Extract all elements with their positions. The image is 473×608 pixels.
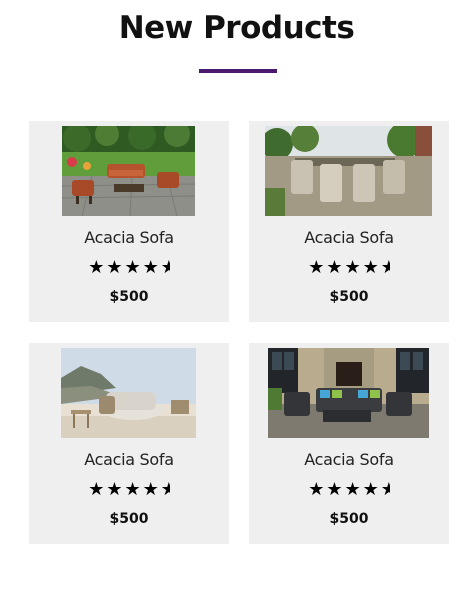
product-card[interactable]: Acacia Sofa ★ ★ ★ ★ ★ $500 <box>29 121 229 322</box>
star-icon: ★ <box>362 479 379 500</box>
product-name[interactable]: Acacia Sofa <box>249 450 449 469</box>
star-icon: ★ <box>326 479 343 500</box>
star-icon: ★ <box>142 257 159 278</box>
new-products-page: New Products Acacia Sofa ★ ★ ★ ★ ★ $500 … <box>0 0 473 608</box>
product-image[interactable] <box>268 348 429 438</box>
star-icon: ★ <box>106 257 123 278</box>
star-icon: ★ <box>106 479 123 500</box>
product-image[interactable] <box>265 126 432 216</box>
half-star-icon: ★ <box>380 481 390 499</box>
product-image[interactable] <box>61 348 196 438</box>
product-name[interactable]: Acacia Sofa <box>29 228 229 247</box>
product-card[interactable]: Acacia Sofa ★ ★ ★ ★ ★ $500 <box>29 343 229 544</box>
rating-stars: ★ ★ ★ ★ ★ <box>249 259 449 277</box>
product-card[interactable]: Acacia Sofa ★ ★ ★ ★ ★ $500 <box>249 343 449 544</box>
star-icon: ★ <box>124 257 141 278</box>
star-icon: ★ <box>308 479 325 500</box>
star-icon: ★ <box>326 257 343 278</box>
star-icon: ★ <box>344 479 361 500</box>
half-star-icon: ★ <box>380 259 390 277</box>
product-price: $500 <box>109 511 149 527</box>
star-icon: ★ <box>88 479 105 500</box>
product-name[interactable]: Acacia Sofa <box>249 228 449 247</box>
title-underline <box>199 69 277 73</box>
section-title: New Products <box>118 10 355 46</box>
star-icon: ★ <box>344 257 361 278</box>
star-icon: ★ <box>308 257 325 278</box>
rating-stars: ★ ★ ★ ★ ★ <box>29 259 229 277</box>
rating-stars: ★ ★ ★ ★ ★ <box>29 481 229 499</box>
product-image[interactable] <box>62 126 195 216</box>
product-price: $500 <box>109 289 149 305</box>
star-icon: ★ <box>88 257 105 278</box>
product-card[interactable]: Acacia Sofa ★ ★ ★ ★ ★ $500 <box>249 121 449 322</box>
product-price: $500 <box>329 511 369 527</box>
half-star-icon: ★ <box>160 259 170 277</box>
star-icon: ★ <box>142 479 159 500</box>
rating-stars: ★ ★ ★ ★ ★ <box>249 481 449 499</box>
star-icon: ★ <box>362 257 379 278</box>
product-price: $500 <box>329 289 369 305</box>
half-star-icon: ★ <box>160 481 170 499</box>
star-icon: ★ <box>124 479 141 500</box>
product-name[interactable]: Acacia Sofa <box>29 450 229 469</box>
